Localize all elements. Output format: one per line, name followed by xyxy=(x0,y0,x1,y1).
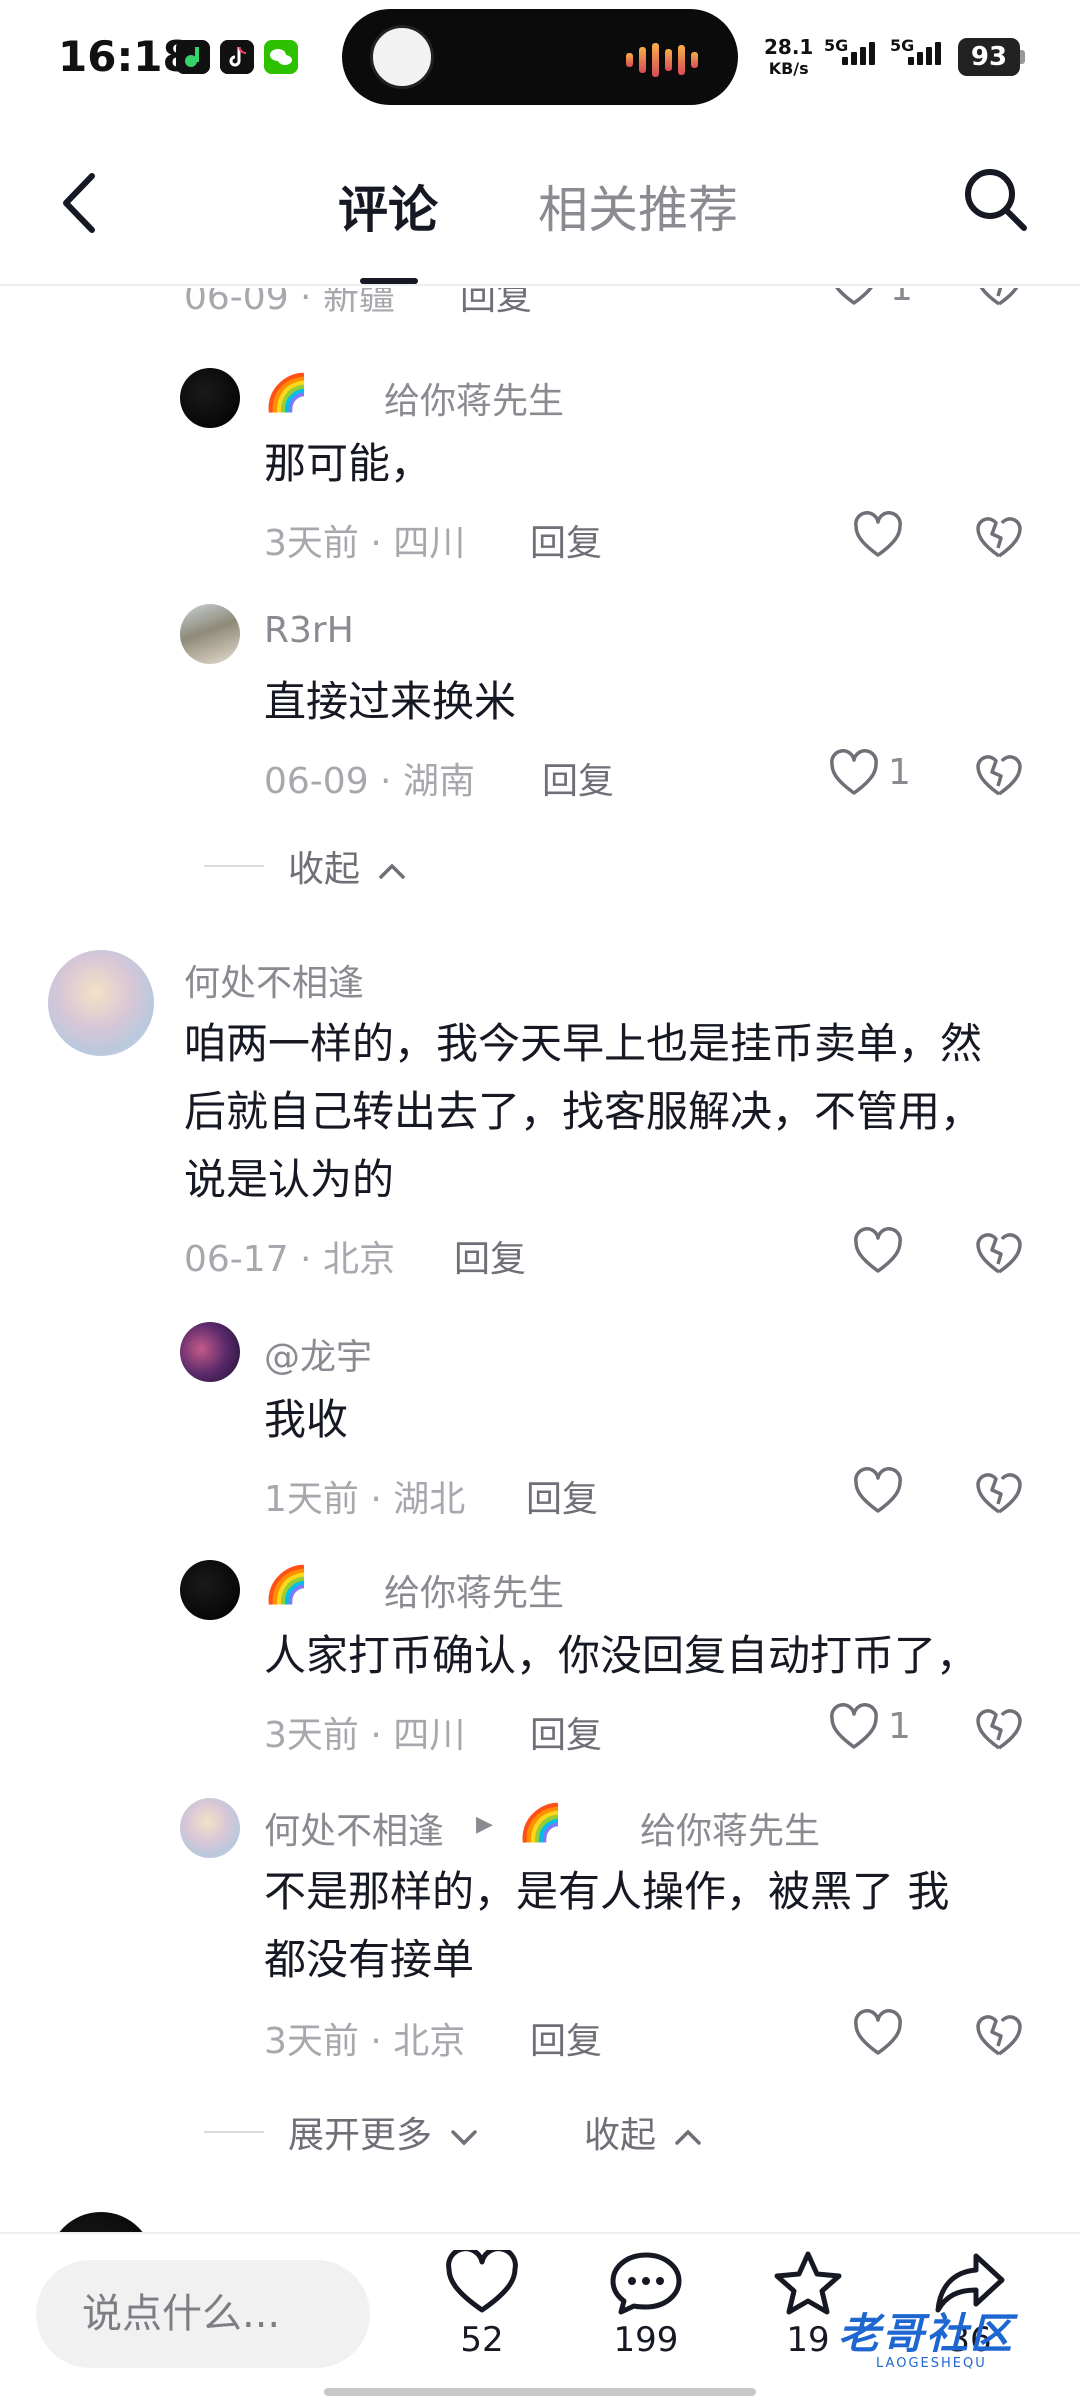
heart-icon[interactable] xyxy=(852,1466,904,1518)
back-button[interactable] xyxy=(52,168,112,238)
search-icon xyxy=(965,169,1027,231)
collapse-replies-button[interactable]: 收起 xyxy=(584,2106,703,2158)
comment-text[interactable]: 人家打币确认，你没回复自动打币了， xyxy=(264,1622,978,1690)
dislike-icon[interactable] xyxy=(974,750,1024,800)
reply-button[interactable]: 回复 xyxy=(460,288,532,320)
dislike-icon[interactable] xyxy=(974,2010,1024,2060)
heart-icon[interactable] xyxy=(852,510,904,562)
reply-button[interactable]: 回复 xyxy=(542,752,614,804)
divider xyxy=(204,865,264,867)
status-bar: 16:18 28.1 KB/s 5G 5G 93 xyxy=(0,0,1080,118)
comment-meta: 3天前 · 北京 xyxy=(264,2021,466,2062)
avatar[interactable] xyxy=(180,368,240,428)
reply-arrow-icon: ▶ xyxy=(476,1812,493,1837)
comment-meta: 06-09 · 湖南 xyxy=(264,761,475,802)
comment-meta: 3天前 · 四川 xyxy=(264,1715,466,1756)
tab-related[interactable]: 相关推荐 xyxy=(538,170,738,242)
rainbow-emoji-icon: 🌈 xyxy=(518,1803,563,1844)
chevron-up-icon xyxy=(675,2129,702,2145)
divider xyxy=(204,2131,264,2133)
heart-icon[interactable] xyxy=(852,2008,904,2060)
dynamic-island[interactable] xyxy=(342,9,738,105)
collapse-replies-button[interactable]: 收起 xyxy=(288,840,407,892)
chevron-up-icon xyxy=(379,863,406,879)
battery-tip xyxy=(1020,50,1025,64)
network-speed: 28.1 KB/s xyxy=(764,35,814,78)
avatar[interactable] xyxy=(180,1798,240,1858)
avatar[interactable] xyxy=(180,1322,240,1382)
chevron-down-icon xyxy=(451,2130,478,2146)
dislike-icon[interactable] xyxy=(974,1468,1024,1518)
comment-meta: 06-09 · 新疆 xyxy=(184,288,395,318)
heart-icon[interactable] xyxy=(852,1226,904,1278)
comment-author[interactable]: @龙宇 xyxy=(264,1328,372,1380)
tab-comments[interactable]: 评论 xyxy=(338,170,438,242)
reply-button[interactable]: 回复 xyxy=(454,1230,526,1282)
comment-author[interactable]: 给你蒋先生 xyxy=(384,372,564,424)
dislike-icon[interactable] xyxy=(974,512,1024,562)
search-button[interactable] xyxy=(960,164,1032,236)
audio-wave-icon xyxy=(626,43,698,77)
chevron-left-icon xyxy=(63,173,95,233)
reply-to-author[interactable]: 给你蒋先生 xyxy=(640,1802,820,1854)
avatar[interactable] xyxy=(180,1560,240,1620)
comments-header: 评论 相关推荐 xyxy=(0,118,1080,286)
comment-list[interactable]: 06-09 · 新疆 回复 1 🌈 给你蒋先生 那可能， 3天前 · 四川 回复… xyxy=(0,288,1080,2232)
tiktok-app-icon xyxy=(220,40,254,74)
like-count: 1 xyxy=(890,288,913,309)
wechat-app-icon xyxy=(264,40,298,74)
like-count: 1 xyxy=(888,752,911,793)
comment-input[interactable] xyxy=(36,2260,370,2368)
comment-author[interactable]: 何处不相逢 xyxy=(264,1802,444,1854)
heart-icon xyxy=(446,2250,518,2313)
reply-button[interactable]: 回复 xyxy=(530,2012,602,2064)
comment-meta: 06-17 · 北京 xyxy=(184,1239,395,1280)
comment-text[interactable]: 那可能， xyxy=(264,430,432,498)
status-time: 16:18 xyxy=(58,32,192,81)
active-tab-indicator xyxy=(360,278,418,284)
comment-bubble-icon xyxy=(610,2252,682,2315)
watermark-subtext: LAOGESHEQU xyxy=(876,2356,987,2371)
comment-meta: 3天前 · 四川 xyxy=(264,523,466,564)
heart-icon[interactable] xyxy=(828,288,880,310)
like-count: 1 xyxy=(888,1706,911,1747)
avatar[interactable] xyxy=(48,2212,154,2232)
avatar[interactable] xyxy=(180,604,240,664)
comment-button[interactable]: 199 xyxy=(586,2250,706,2390)
like-count: 52 xyxy=(460,2320,504,2360)
now-playing-avatar xyxy=(370,25,434,89)
home-indicator[interactable] xyxy=(324,2388,756,2396)
comment-text[interactable]: 咱两一样的，我今天早上也是挂币卖单，然 后就自己转出去了，找客服解决，不管用， … xyxy=(184,1010,1044,1214)
reply-button[interactable]: 回复 xyxy=(530,1706,602,1758)
star-icon xyxy=(774,2251,842,2315)
dislike-icon[interactable] xyxy=(974,1228,1024,1278)
reply-button[interactable]: 回复 xyxy=(530,514,602,566)
comment-text[interactable]: 直接过来换米 xyxy=(264,668,516,736)
battery-level: 93 xyxy=(958,38,1020,76)
comment-author[interactable]: R3rH xyxy=(264,610,354,651)
dislike-icon[interactable] xyxy=(974,288,1024,310)
comment-meta: 1天前 · 湖北 xyxy=(264,1479,466,1520)
heart-icon[interactable] xyxy=(828,748,880,800)
comment-author[interactable]: 给你蒋先生 xyxy=(384,1564,564,1616)
comment-text[interactable]: 不是那样的，是有人操作，被黑了 我 都没有接单 xyxy=(264,1858,1004,1994)
comment-text[interactable]: 我收 xyxy=(264,1386,348,1454)
avatar[interactable] xyxy=(48,950,154,1056)
signal-2-icon xyxy=(908,42,941,65)
comment-author[interactable]: 何处不相逢 xyxy=(184,954,364,1006)
dislike-icon[interactable] xyxy=(974,1704,1024,1754)
expand-more-button[interactable]: 展开更多 xyxy=(288,2106,479,2158)
watermark-logo: 老哥社区 xyxy=(838,2309,1015,2358)
rainbow-emoji-icon: 🌈 xyxy=(264,1565,309,1606)
comment-count: 199 xyxy=(613,2320,679,2360)
like-button[interactable]: 52 xyxy=(422,2250,542,2390)
music-app-icon xyxy=(176,40,210,74)
heart-icon[interactable] xyxy=(828,1702,880,1754)
signal-1-icon xyxy=(842,42,875,65)
reply-button[interactable]: 回复 xyxy=(526,1470,598,1522)
rainbow-emoji-icon: 🌈 xyxy=(264,373,309,414)
